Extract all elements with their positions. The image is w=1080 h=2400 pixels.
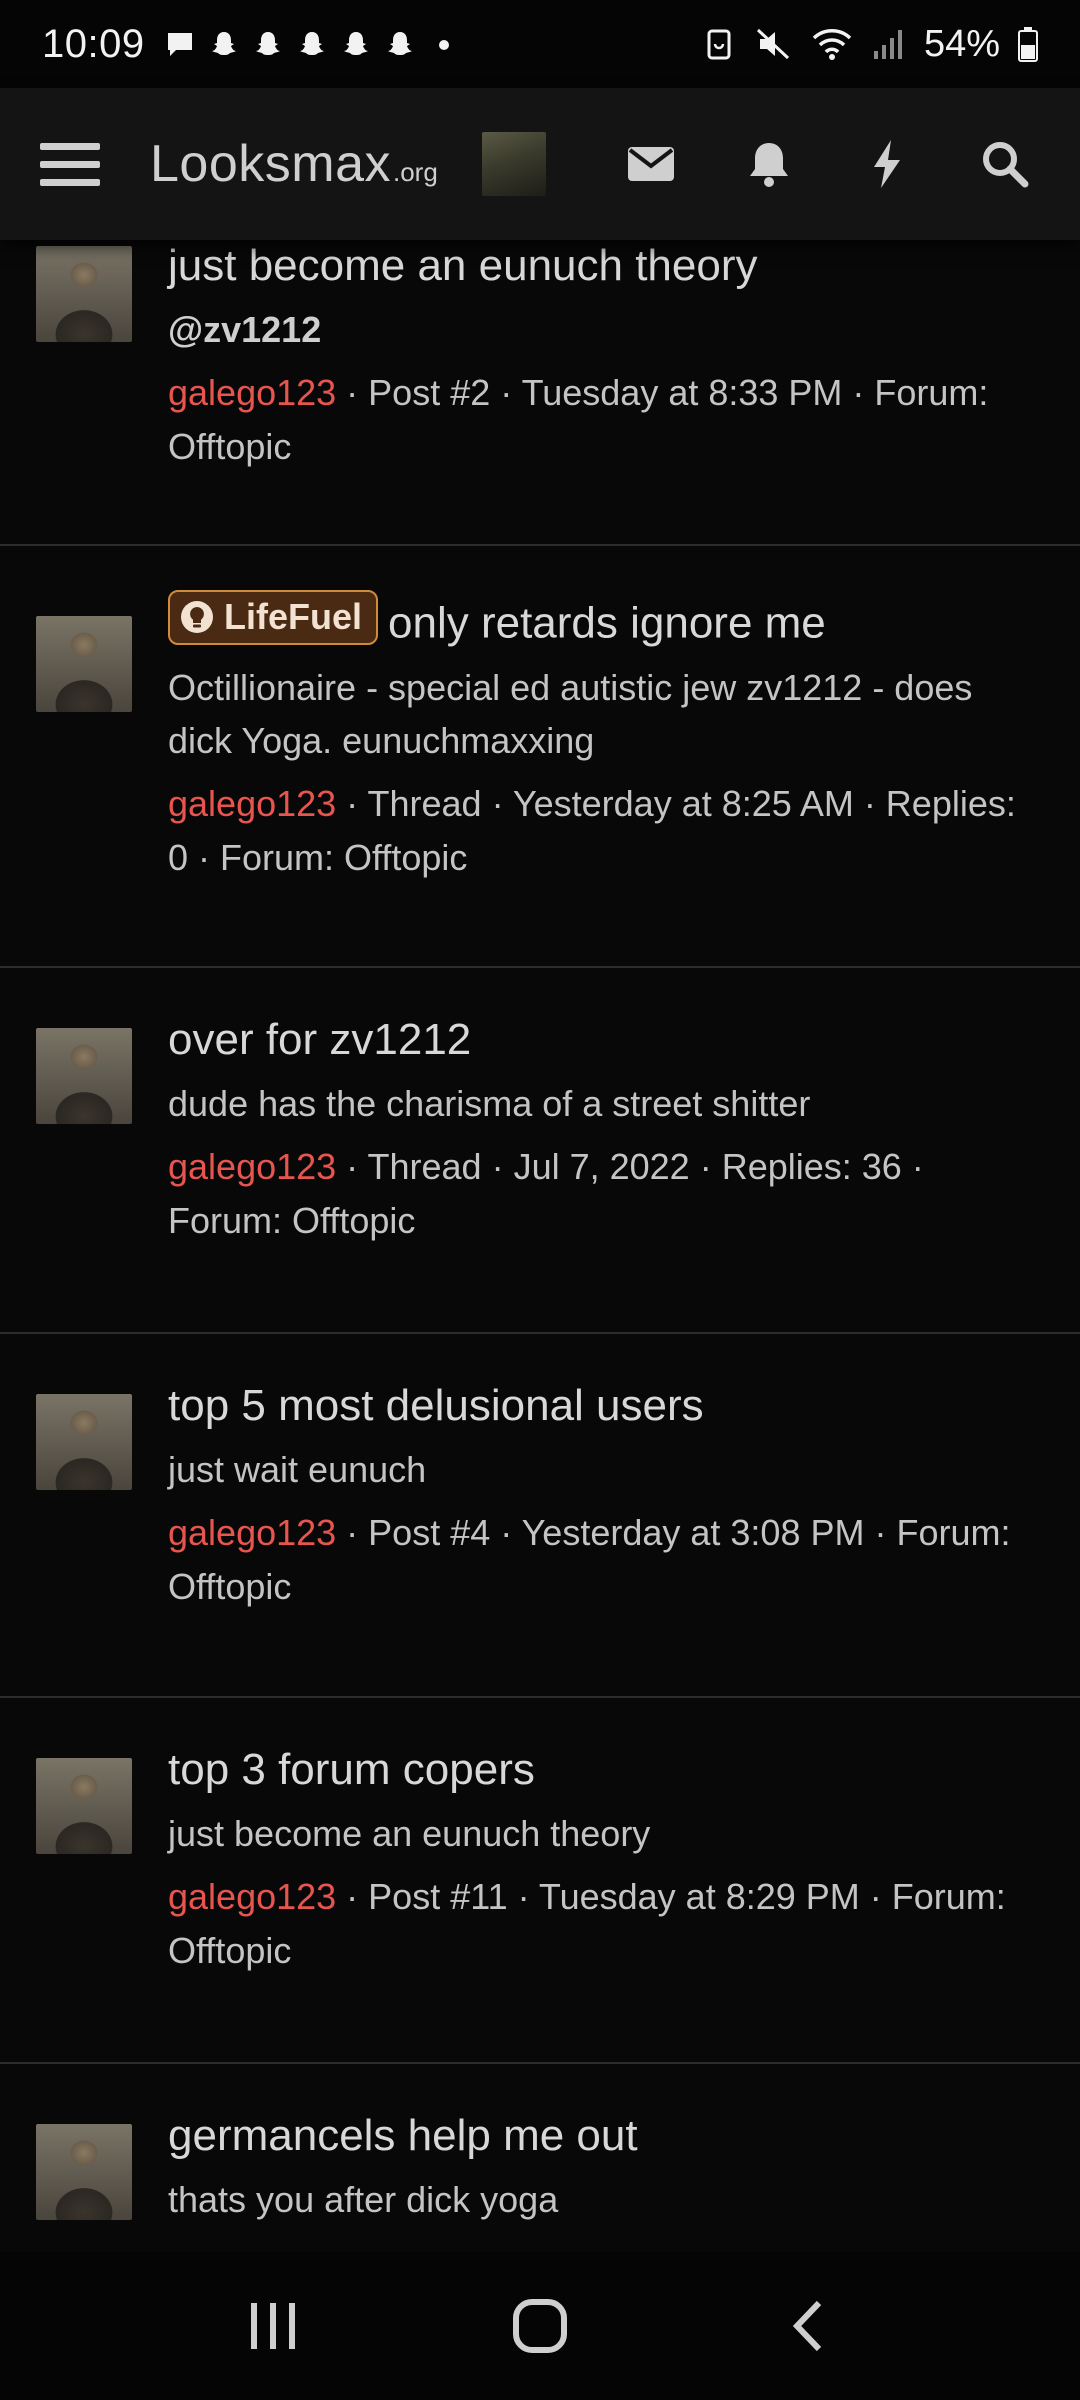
author-avatar[interactable] xyxy=(36,1028,132,1124)
mute-icon xyxy=(756,28,789,60)
result-title-row[interactable]: LifeFuel only retards ignore me xyxy=(168,590,1044,651)
author-link[interactable]: galego123 xyxy=(168,1512,336,1553)
status-right: 54% xyxy=(702,23,1038,66)
signal-icon xyxy=(873,30,902,59)
result-title[interactable]: top 3 forum copers xyxy=(168,1742,1044,1797)
list-item[interactable]: top 5 most delusional users just wait eu… xyxy=(0,1334,1080,1698)
mail-icon[interactable] xyxy=(624,137,678,191)
result-snippet: @zv1212 xyxy=(168,309,322,350)
wifi-icon xyxy=(812,29,852,60)
result-title[interactable]: just become an eunuch theory xyxy=(168,238,1044,293)
author-link[interactable]: galego123 xyxy=(168,1146,336,1187)
result-snippet: thats you after dick yoga xyxy=(168,2179,559,2220)
list-item[interactable]: just become an eunuch theory @zv1212 gal… xyxy=(0,238,1080,546)
result-meta: galego123 · Thread · Yesterday at 8:25 A… xyxy=(168,777,1044,885)
result-snippet: dude has the charisma of a street shitte… xyxy=(168,1083,811,1124)
author-link[interactable]: galego123 xyxy=(168,783,336,824)
lightbulb-icon xyxy=(181,600,213,633)
result-snippet: just become an eunuch theory xyxy=(168,1813,651,1854)
bell-icon[interactable] xyxy=(742,137,796,191)
battery-icon xyxy=(1018,27,1038,62)
battery-saver-icon xyxy=(707,29,731,60)
result-meta: galego123 · Post #2 · Tuesday at 8:33 PM… xyxy=(168,366,1044,474)
chat-bubble-icon xyxy=(167,33,192,56)
back-icon[interactable] xyxy=(767,2286,847,2366)
snapchat-icon xyxy=(299,32,324,55)
result-meta: galego123 · Post #4 · Yesterday at 3:08 … xyxy=(168,1506,1044,1614)
dot-icon xyxy=(438,40,449,50)
user-avatar[interactable] xyxy=(481,132,546,196)
list-item[interactable]: LifeFuel only retards ignore me Octillion… xyxy=(0,546,1080,968)
prefix-badge[interactable]: LifeFuel xyxy=(168,590,379,645)
battery-percent: 54% xyxy=(923,22,1000,65)
result-meta: galego123 · Post #11 · Tuesday at 8:29 P… xyxy=(168,1870,1044,1978)
snapchat-icon xyxy=(255,32,280,55)
result-title[interactable]: only retards ignore me xyxy=(388,599,826,648)
author-avatar[interactable] xyxy=(36,616,132,712)
status-bar: 10:09 54% xyxy=(0,0,1080,88)
site-logo[interactable]: Looksmax .org xyxy=(150,134,438,194)
list-item[interactable]: over for zv1212 dude has the charisma of… xyxy=(0,968,1080,1334)
system-nav-bar xyxy=(0,2252,1080,2400)
status-left: 10:09 xyxy=(42,22,459,67)
result-meta: galego123 · Thread · Jul 7, 2022 · Repli… xyxy=(168,1140,1044,1248)
author-avatar[interactable] xyxy=(36,1394,132,1490)
author-link[interactable]: galego123 xyxy=(168,1876,336,1917)
logo-suffix: .org xyxy=(393,157,438,187)
recent-apps-icon[interactable] xyxy=(233,2286,313,2366)
result-title[interactable]: top 5 most delusional users xyxy=(168,1378,1044,1433)
author-avatar[interactable] xyxy=(36,246,132,342)
author-avatar[interactable] xyxy=(36,2124,132,2220)
result-title[interactable]: over for zv1212 xyxy=(168,1012,1044,1067)
home-icon[interactable] xyxy=(500,2286,580,2366)
result-snippet: just wait eunuch xyxy=(168,1449,427,1490)
list-item[interactable]: top 3 forum copers just become an eunuch… xyxy=(0,1698,1080,2064)
author-link[interactable]: galego123 xyxy=(168,372,336,413)
menu-icon[interactable] xyxy=(40,134,100,194)
snapchat-icon xyxy=(343,32,368,55)
snapchat-icon xyxy=(211,32,236,55)
search-results: just become an eunuch theory @zv1212 gal… xyxy=(0,240,1080,2344)
prefix-label: LifeFuel xyxy=(224,596,363,637)
bolt-icon[interactable] xyxy=(860,137,914,191)
snapchat-icon xyxy=(387,32,412,55)
result-title[interactable]: germancels help me out xyxy=(168,2108,1044,2163)
app-header: Looksmax .org xyxy=(0,88,1080,240)
result-snippet: Octillionaire - special ed autistic jew … xyxy=(168,666,973,761)
header-actions xyxy=(624,137,1032,191)
logo-main: Looksmax xyxy=(150,135,391,193)
search-icon[interactable] xyxy=(978,137,1032,191)
status-time: 10:09 xyxy=(42,21,145,66)
author-avatar[interactable] xyxy=(36,1758,132,1854)
